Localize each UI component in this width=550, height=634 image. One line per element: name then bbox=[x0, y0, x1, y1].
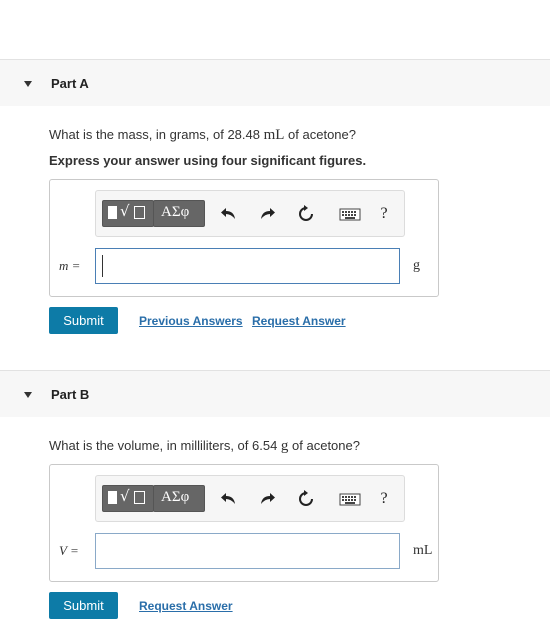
part-b-title: Part B bbox=[51, 387, 90, 402]
request-answer-link[interactable]: Request Answer bbox=[139, 599, 233, 613]
keyboard-icon[interactable] bbox=[338, 488, 362, 510]
greek-letters-icon: ΑΣφ bbox=[161, 204, 190, 220]
unit-label: mL bbox=[413, 543, 433, 558]
redo-icon[interactable] bbox=[256, 203, 278, 225]
answer-input[interactable] bbox=[95, 248, 400, 284]
text-cursor bbox=[102, 255, 103, 277]
keyboard-icon[interactable] bbox=[338, 203, 362, 225]
collapse-caret-icon[interactable] bbox=[24, 81, 32, 87]
part-b-question: What is the volume, in milliliters, of 6… bbox=[49, 438, 360, 455]
math-toolbar: √ ΑΣφ ? bbox=[95, 190, 405, 237]
part-a-question: What is the mass, in grams, of 28.48 mL … bbox=[49, 127, 356, 144]
templates-button[interactable]: √ bbox=[102, 200, 154, 227]
submit-button[interactable]: Submit bbox=[49, 592, 118, 619]
undo-icon[interactable] bbox=[218, 203, 240, 225]
question-text-end: of acetone? bbox=[284, 127, 356, 142]
part-a-header[interactable]: Part A bbox=[0, 59, 550, 106]
reset-icon[interactable] bbox=[295, 203, 317, 225]
part-a-instruction: Express your answer using four significa… bbox=[49, 153, 367, 168]
part-b-answer-box: √ ΑΣφ ? V = mL bbox=[49, 464, 439, 582]
greek-letters-button[interactable]: ΑΣφ bbox=[153, 200, 205, 227]
submit-button[interactable]: Submit bbox=[49, 307, 118, 334]
variable-label: V = bbox=[59, 543, 79, 558]
question-text: What is the mass, in grams, of 28.48 bbox=[49, 127, 264, 142]
greek-letters-button[interactable]: ΑΣφ bbox=[153, 485, 205, 512]
undo-icon[interactable] bbox=[218, 488, 240, 510]
part-a-title: Part A bbox=[51, 76, 89, 91]
radical-icon: √ bbox=[120, 202, 130, 220]
request-answer-link[interactable]: Request Answer bbox=[252, 314, 346, 328]
help-icon[interactable]: ? bbox=[373, 203, 395, 225]
part-a-answer-box: √ ΑΣφ ? m = g bbox=[49, 179, 439, 297]
question-unit: mL bbox=[263, 127, 285, 143]
variable-label: m = bbox=[59, 258, 81, 273]
radical-icon: √ bbox=[120, 487, 130, 505]
answer-input[interactable] bbox=[95, 533, 400, 569]
redo-icon[interactable] bbox=[256, 488, 278, 510]
help-icon[interactable]: ? bbox=[373, 488, 395, 510]
box-icon bbox=[134, 491, 145, 504]
math-toolbar: √ ΑΣφ ? bbox=[95, 475, 405, 522]
box-icon bbox=[134, 206, 145, 219]
templates-icon bbox=[108, 491, 117, 504]
collapse-caret-icon[interactable] bbox=[24, 392, 32, 398]
unit-label: g bbox=[413, 258, 420, 273]
templates-button[interactable]: √ bbox=[102, 485, 154, 512]
greek-letters-icon: ΑΣφ bbox=[161, 489, 190, 505]
templates-icon bbox=[108, 206, 117, 219]
question-text: What is the volume, in milliliters, of 6… bbox=[49, 438, 281, 453]
reset-icon[interactable] bbox=[295, 488, 317, 510]
previous-answers-link[interactable]: Previous Answers bbox=[139, 314, 243, 328]
part-b-header[interactable]: Part B bbox=[0, 370, 550, 417]
question-text-end: of acetone? bbox=[288, 438, 360, 453]
